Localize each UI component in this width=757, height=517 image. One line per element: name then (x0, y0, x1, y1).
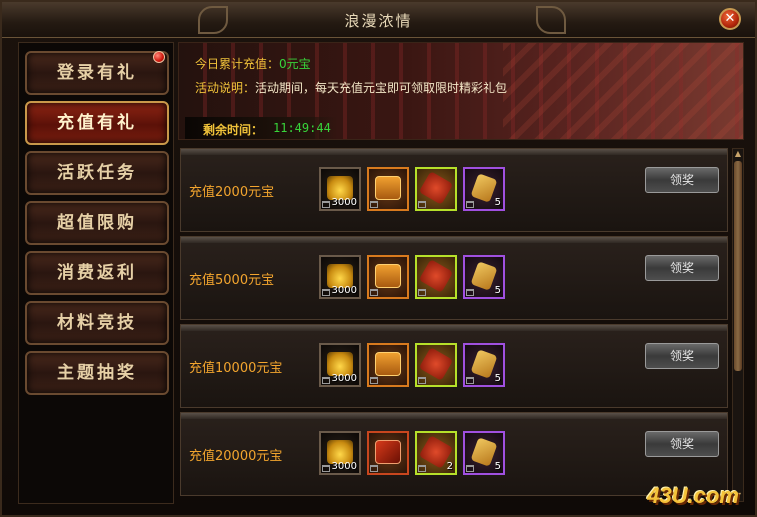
sidebar-item-label: 材料竞技 (57, 313, 137, 333)
bind-lock-icon (418, 201, 426, 208)
sidebar-item-label: 充值有礼 (57, 113, 137, 133)
reward-row: 充值5000元宝 3000 5 领奖 (180, 236, 728, 320)
bind-lock-icon (466, 465, 474, 472)
today-recharge-label: 今日累计充值： (195, 57, 280, 71)
sidebar-item-label: 登录有礼 (57, 63, 137, 83)
amulet-icon[interactable]: 5 (463, 431, 505, 475)
bind-lock-icon (322, 465, 330, 472)
bind-lock-icon (370, 201, 378, 208)
claim-button[interactable]: 领奖 (645, 343, 719, 369)
scroll-icon[interactable] (367, 167, 409, 211)
watermark-logo: 43U.com (647, 483, 739, 508)
item-count: 5 (494, 373, 501, 384)
bind-lock-icon (322, 201, 330, 208)
claim-button[interactable]: 领奖 (645, 431, 719, 457)
scroll-up-icon[interactable]: ▲ (734, 150, 742, 158)
today-recharge-line: 今日累计充值：0元宝 (195, 55, 311, 72)
remaining-time-label: 剩余时间： (203, 123, 264, 137)
reward-tier-label: 充值2000元宝 (189, 185, 275, 200)
bind-lock-icon (466, 377, 474, 384)
sidebar-item-login-gift[interactable]: 登录有礼 (25, 51, 169, 95)
sidebar-item-label: 主题抽奖 (57, 363, 137, 383)
sidebar-item-recharge-gift[interactable]: 充值有礼 (25, 101, 169, 145)
bind-lock-icon (418, 377, 426, 384)
red-pouch-icon[interactable] (415, 343, 457, 387)
event-banner: 今日累计充值：0元宝 活动说明：活动期间，每天充值元宝即可领取限时精彩礼包 剩余… (178, 42, 744, 140)
sidebar-item-theme-lottery[interactable]: 主题抽奖 (25, 351, 169, 395)
item-count: 5 (494, 197, 501, 208)
sidebar: 登录有礼 充值有礼 活跃任务 超值限购 消费返利 材料竞技 主题抽奖 (18, 42, 174, 504)
notice-dot-icon (153, 51, 165, 63)
sidebar-item-label: 超值限购 (57, 213, 137, 233)
item-count: 2 (446, 461, 453, 472)
sidebar-item-active-tasks[interactable]: 活跃任务 (25, 151, 169, 195)
bind-lock-icon (418, 465, 426, 472)
bind-lock-icon (370, 465, 378, 472)
item-count: 5 (494, 285, 501, 296)
reward-tier-label: 充值5000元宝 (189, 273, 275, 288)
title-bar[interactable]: 浪漫浓情 ✕ (2, 2, 755, 38)
claim-button[interactable]: 领奖 (645, 167, 719, 193)
bind-lock-icon (370, 289, 378, 296)
scrollbar[interactable]: ▲ ▼ (732, 148, 744, 502)
red-pouch-icon[interactable] (415, 167, 457, 211)
scroll-icon[interactable] (367, 255, 409, 299)
claim-button[interactable]: 领奖 (645, 255, 719, 281)
scroll-thumb[interactable] (734, 161, 742, 371)
reward-row: 充值10000元宝 3000 5 领奖 (180, 324, 728, 408)
banner-artwork (503, 43, 743, 139)
red-pouch-icon[interactable]: 2 (415, 431, 457, 475)
event-description-text: 活动期间，每天充值元宝即可领取限时精彩礼包 (255, 81, 508, 95)
sidebar-item-label: 消费返利 (57, 263, 137, 283)
bind-lock-icon (418, 289, 426, 296)
bind-lock-icon (466, 289, 474, 296)
item-count: 3000 (331, 461, 357, 472)
gold-ingot-icon[interactable]: 3000 (319, 255, 361, 299)
sidebar-item-material-contest[interactable]: 材料竞技 (25, 301, 169, 345)
close-button[interactable]: ✕ (719, 8, 741, 30)
event-description-line: 活动说明：活动期间，每天充值元宝即可领取限时精彩礼包 (195, 79, 507, 96)
reward-tier-label: 充值10000元宝 (189, 361, 283, 376)
reward-tier-label: 充值20000元宝 (189, 449, 283, 464)
item-count: 3000 (331, 285, 357, 296)
bind-lock-icon (466, 201, 474, 208)
window-title: 浪漫浓情 (344, 12, 413, 30)
reward-list[interactable]: 充值2000元宝 3000 5 领奖 充值5000元宝 3000 5 领奖 充值… (178, 144, 744, 504)
bind-lock-icon (322, 289, 330, 296)
gold-ingot-icon[interactable]: 3000 (319, 167, 361, 211)
remaining-time-value: 11:49:44 (273, 121, 331, 135)
red-pouch-icon[interactable] (415, 255, 457, 299)
bind-lock-icon (322, 377, 330, 384)
item-count: 3000 (331, 373, 357, 384)
red-book-icon[interactable] (367, 431, 409, 475)
sidebar-item-spend-rebate[interactable]: 消费返利 (25, 251, 169, 295)
gold-ingot-icon[interactable]: 3000 (319, 431, 361, 475)
amulet-icon[interactable]: 5 (463, 167, 505, 211)
sidebar-item-limited-purchase[interactable]: 超值限购 (25, 201, 169, 245)
item-count: 5 (494, 461, 501, 472)
today-recharge-value: 0元宝 (279, 57, 311, 71)
bind-lock-icon (370, 377, 378, 384)
item-count: 3000 (331, 197, 357, 208)
amulet-icon[interactable]: 5 (463, 255, 505, 299)
remaining-time: 剩余时间： 11:49:44 (185, 117, 337, 139)
reward-row: 充值2000元宝 3000 5 领奖 (180, 148, 728, 232)
sidebar-item-label: 活跃任务 (57, 163, 137, 183)
gold-ingot-icon[interactable]: 3000 (319, 343, 361, 387)
scroll-icon[interactable] (367, 343, 409, 387)
amulet-icon[interactable]: 5 (463, 343, 505, 387)
event-description-label: 活动说明： (195, 81, 256, 95)
reward-row: 充值20000元宝 3000 2 5 领奖 (180, 412, 728, 496)
event-window: 浪漫浓情 ✕ 登录有礼 充值有礼 活跃任务 超值限购 消费返利 材料竞技 主题抽… (0, 0, 757, 517)
